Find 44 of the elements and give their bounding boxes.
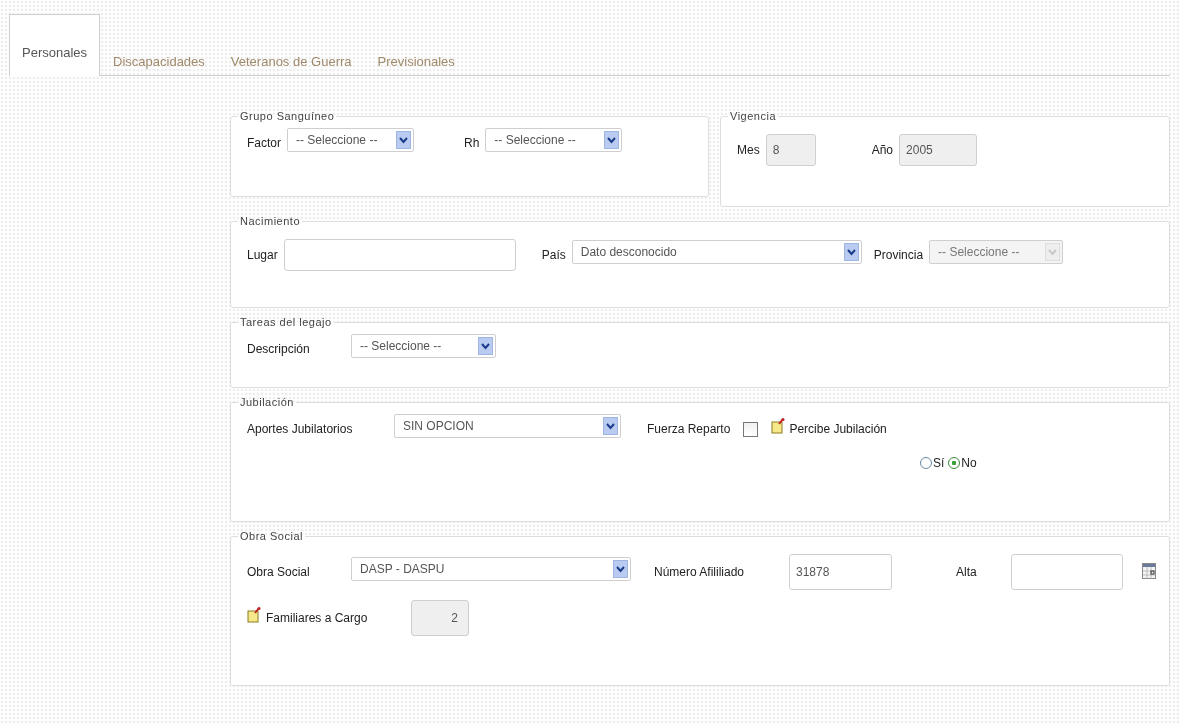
dropdown[interactable]: -- Seleccione -- [485, 128, 623, 152]
field-label: Descripción [247, 341, 311, 356]
chevron-down-icon [396, 131, 411, 149]
field-label: Percibe Jubilación [789, 421, 887, 436]
dropdown[interactable]: -- Seleccione -- [351, 334, 496, 358]
chevron-down-icon [604, 131, 620, 149]
field-label: Factor [247, 135, 281, 150]
checkbox[interactable] [743, 421, 759, 437]
input-field[interactable]: 31878 [789, 554, 892, 590]
section-legend: Grupo Sanguíneo [238, 110, 337, 122]
section-legend: Jubilación [238, 396, 296, 408]
calendar-icon[interactable] [1142, 563, 1156, 579]
tab[interactable]: Personales [9, 14, 101, 76]
field-label: Aportes Jubilatorios [247, 421, 354, 436]
field-label: País [541, 247, 566, 262]
chevron-down-icon [843, 243, 859, 261]
field-label: Mes [737, 142, 760, 157]
chevron-down-icon [478, 337, 493, 355]
chevron-down-icon [1045, 243, 1061, 261]
section-legend: Nacimiento [238, 215, 303, 227]
field-label: Año [871, 142, 894, 157]
note-pin-icon [771, 418, 786, 434]
dropdown[interactable]: DASP - DASPU [351, 557, 631, 581]
radio-button[interactable]: No [948, 456, 977, 470]
section-legend: Vigencia [728, 110, 778, 122]
dropdown[interactable]: -- Seleccione -- [287, 128, 414, 152]
field-label: Alta [956, 564, 978, 579]
radio-button[interactable]: Sí [920, 456, 945, 470]
field-label: Obra Social [247, 564, 311, 579]
note-pin-icon [247, 607, 261, 623]
field-label: Número Afililiado [654, 564, 746, 579]
input-field[interactable] [283, 239, 516, 271]
section-legend: Tareas del legajo [238, 316, 334, 328]
chevron-down-icon [613, 560, 628, 578]
field-label: Familiares a Cargo [266, 610, 369, 625]
dropdown[interactable]: SIN OPCION [394, 414, 621, 438]
date-field[interactable] [1011, 554, 1123, 590]
chevron-down-icon [603, 417, 618, 435]
section-legend: Obra Social [238, 530, 305, 542]
field-label: Lugar [247, 247, 278, 262]
field-label: Fuerza Reparto [647, 421, 731, 436]
field-label: Rh [464, 135, 480, 150]
field-label: Provincia [873, 247, 924, 262]
dropdown[interactable]: Dato desconocido [571, 240, 862, 264]
